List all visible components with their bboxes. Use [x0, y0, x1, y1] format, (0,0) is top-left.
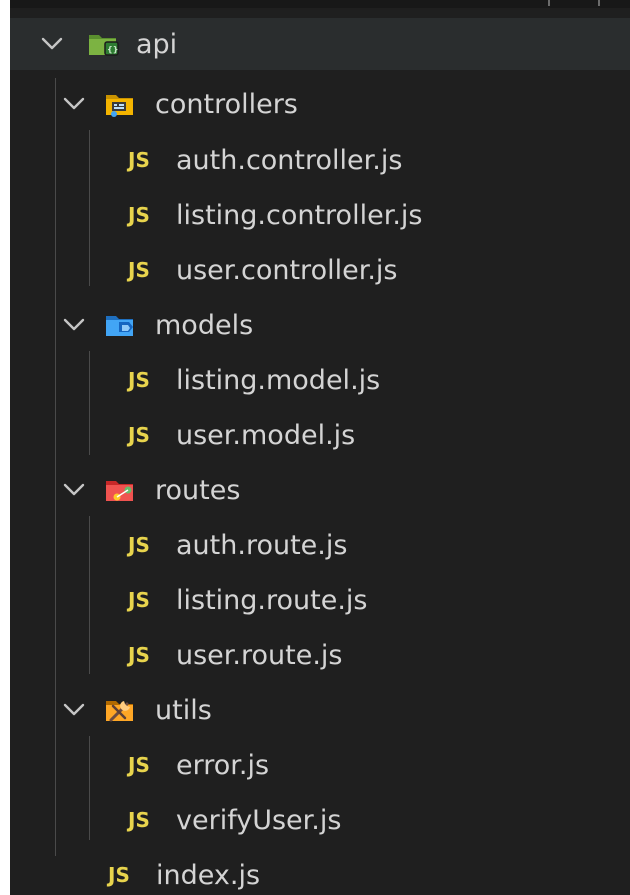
js-file-icon: JS	[128, 203, 150, 227]
tree-folder-models[interactable]: models	[10, 299, 630, 351]
tree-file[interactable]: JS user.controller.js	[10, 244, 630, 296]
js-file-icon: JS	[128, 643, 150, 667]
tree-file[interactable]: JS listing.model.js	[10, 354, 630, 406]
tree-file[interactable]: JS error.js	[10, 739, 630, 791]
strip-divider	[548, 0, 550, 6]
chevron-down-icon[interactable]	[61, 477, 87, 503]
file-label: listing.controller.js	[176, 200, 423, 231]
js-file-icon: JS	[128, 533, 150, 557]
tree-file[interactable]: JS auth.controller.js	[10, 134, 630, 186]
file-label: index.js	[156, 860, 261, 891]
file-label: user.model.js	[176, 420, 356, 451]
chevron-down-icon[interactable]	[61, 312, 87, 338]
folder-utils-icon	[105, 696, 137, 724]
tree-file[interactable]: JS listing.route.js	[10, 574, 630, 626]
tree-file[interactable]: JS user.model.js	[10, 409, 630, 461]
file-label: auth.controller.js	[176, 145, 403, 176]
tree-folder-routes[interactable]: routes	[10, 464, 630, 516]
js-file-icon: JS	[128, 148, 150, 172]
tree-folder-utils[interactable]: utils	[10, 684, 630, 736]
js-file-icon: JS	[128, 753, 150, 777]
js-file-icon: JS	[128, 368, 150, 392]
chevron-down-icon[interactable]	[39, 31, 65, 57]
folder-label: models	[155, 310, 254, 341]
strip-divider	[598, 0, 600, 6]
js-file-icon: JS	[128, 588, 150, 612]
js-file-icon: JS	[128, 423, 150, 447]
file-label: user.controller.js	[176, 255, 398, 286]
file-label: listing.model.js	[176, 365, 381, 396]
js-file-icon: JS	[128, 258, 150, 282]
chevron-down-icon[interactable]	[61, 697, 87, 723]
file-explorer: {} api controllers JS auth.controller.js	[10, 0, 630, 895]
folder-routes-icon	[105, 476, 137, 504]
tree-file[interactable]: JS verifyUser.js	[10, 794, 630, 846]
tree-folder-api[interactable]: {} api	[10, 18, 630, 70]
folder-controllers-icon	[105, 90, 137, 118]
folder-label: utils	[155, 695, 212, 726]
folder-label: api	[136, 29, 178, 60]
tree-file[interactable]: JS auth.route.js	[10, 519, 630, 571]
js-file-icon: JS	[128, 808, 150, 832]
top-strip	[10, 0, 630, 8]
tree-file[interactable]: JS index.js	[10, 849, 630, 895]
file-label: verifyUser.js	[176, 805, 342, 836]
tree-file[interactable]: JS user.route.js	[10, 629, 630, 681]
folder-models-icon	[105, 311, 137, 339]
tree-file[interactable]: JS listing.controller.js	[10, 189, 630, 241]
file-label: listing.route.js	[176, 585, 368, 616]
file-label: error.js	[176, 750, 270, 781]
svg-text:{}: {}	[107, 45, 118, 54]
file-label: auth.route.js	[176, 530, 348, 561]
folder-api-icon: {}	[88, 30, 120, 58]
js-file-icon: JS	[108, 863, 130, 887]
folder-label: controllers	[155, 89, 298, 120]
folder-label: routes	[155, 475, 241, 506]
file-label: user.route.js	[176, 640, 343, 671]
chevron-down-icon[interactable]	[61, 91, 87, 117]
tree-folder-controllers[interactable]: controllers	[10, 78, 630, 130]
